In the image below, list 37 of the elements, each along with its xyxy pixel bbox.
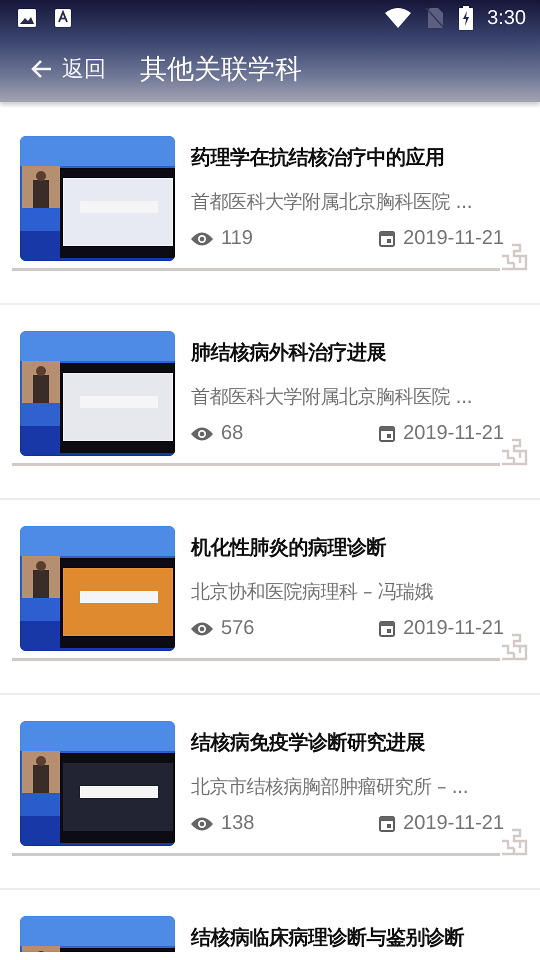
video-title[interactable]: 结核病临床病理诊断与鉴别诊断: [191, 924, 504, 951]
calendar-icon: [379, 425, 396, 442]
back-button[interactable]: 返回: [30, 54, 106, 84]
no-sim-icon: [425, 7, 446, 29]
page-title: 其他关联学科: [140, 53, 302, 87]
eye-icon: [191, 426, 213, 440]
publish-date: 2019-11-21: [403, 812, 504, 835]
fret-ornament-icon: [500, 243, 528, 271]
calendar-icon: [379, 620, 396, 637]
video-source: 首都医科大学附属北京胸科医院 ...: [191, 385, 474, 410]
calendar-icon: [379, 815, 396, 832]
publish-date: 2019-11-21: [403, 227, 504, 250]
publish-date: 2019-11-21: [403, 617, 504, 640]
view-count: 68: [221, 422, 244, 445]
wifi-icon: [385, 8, 412, 28]
video-title[interactable]: 药理学在抗结核治疗中的应用: [191, 144, 504, 171]
video-source: 北京市结核病胸部肿瘤研究所 – ...: [191, 775, 470, 800]
fret-ornament-icon: [500, 438, 528, 466]
battery-charging-icon: [459, 6, 474, 30]
publish-date: 2019-11-21: [403, 422, 504, 445]
clock-time: 3:30: [487, 6, 526, 30]
view-count: 119: [221, 227, 253, 250]
eye-icon: [191, 816, 213, 830]
view-count: 576: [221, 617, 254, 640]
eye-icon: [191, 622, 213, 636]
fret-ornament-icon: [500, 828, 528, 856]
view-count: 138: [221, 812, 254, 835]
calendar-icon: [379, 230, 396, 247]
video-title[interactable]: 肺结核病外科治疗进展: [191, 339, 504, 366]
video-title[interactable]: 结核病免疫学诊断研究进展: [191, 729, 504, 756]
fret-ornament-icon: [500, 633, 528, 661]
image-icon: [17, 8, 37, 28]
video-source: 首都医科大学附属北京胸科医院 ...: [191, 190, 474, 215]
video-source: 北京协和医院病理科 – 冯瑞娥: [191, 580, 434, 605]
eye-icon: [191, 232, 213, 246]
video-title[interactable]: 机化性肺炎的病理诊断: [191, 534, 504, 561]
font-icon: [55, 8, 71, 28]
